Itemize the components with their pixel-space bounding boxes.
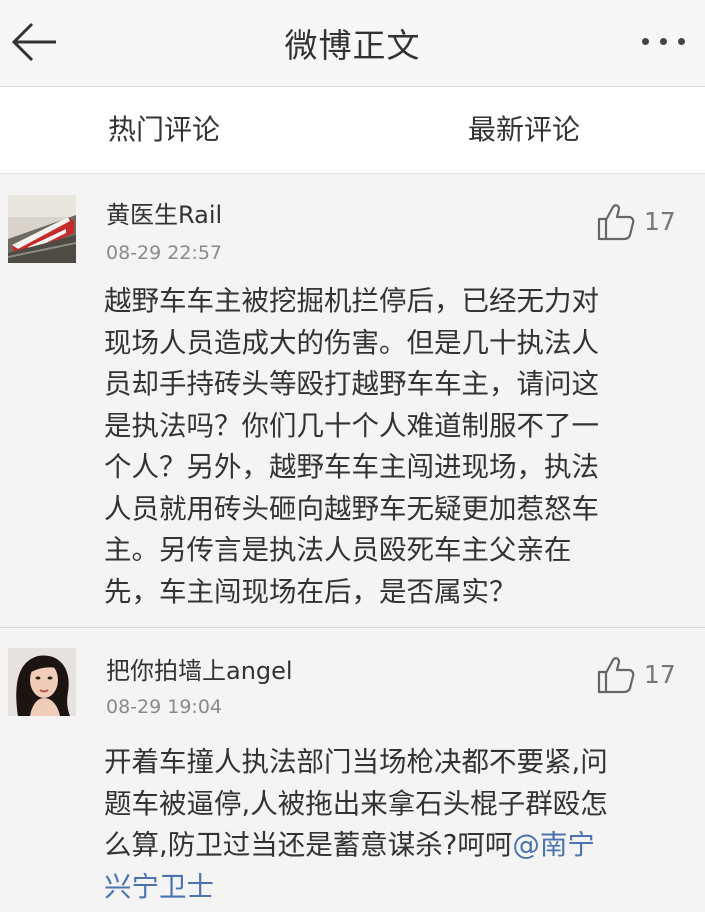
tab-hot-comments[interactable]: 热门评论 xyxy=(64,87,264,173)
page-title: 微博正文 xyxy=(284,26,421,65)
more-options-button[interactable] xyxy=(636,32,686,52)
avatar[interactable] xyxy=(8,195,76,263)
comment-username[interactable]: 黄医生Rail xyxy=(106,195,222,230)
comment-text: 越野车车主被挖掘机拦停后，已经无力对 现场人员造成大的伤害。但是几十执法人 员却… xyxy=(104,285,599,608)
more-dot-icon xyxy=(642,38,649,45)
top-nav-bar: 微博正文 xyxy=(0,0,705,87)
avatar[interactable] xyxy=(8,648,76,716)
comment-item: 黄医生Rail 08-29 22:57 17 越野车车主被挖掘机拦停后，已经无力… xyxy=(0,175,705,626)
tab-latest-comments[interactable]: 最新评论 xyxy=(424,87,624,173)
comment-item: 把你拍墙上angel 08-29 19:04 17 开着车撞人执法部门当场枪决都… xyxy=(0,627,705,912)
more-dot-icon xyxy=(660,38,667,45)
like-count: 17 xyxy=(644,207,676,236)
train-avatar-image xyxy=(8,195,76,263)
comment-text: 开着车撞人执法部门当场枪决都不要紧,问 题车被逼停,人被拖出来拿石头棍子群殴怎 … xyxy=(104,742,664,908)
like-button[interactable]: 17 xyxy=(596,201,696,241)
comment-tabs: 热门评论 最新评论 xyxy=(0,87,705,174)
woman-avatar-image xyxy=(8,648,76,716)
comment-timestamp: 08-29 22:57 xyxy=(106,242,223,264)
like-button[interactable]: 17 xyxy=(596,654,696,694)
comment-username[interactable]: 把你拍墙上angel xyxy=(106,651,293,686)
more-dot-icon xyxy=(678,38,685,45)
comment-timestamp: 08-29 19:04 xyxy=(106,696,223,718)
thumbs-up-icon xyxy=(597,204,635,241)
like-count: 17 xyxy=(644,660,676,689)
thumbs-up-icon xyxy=(597,657,635,694)
